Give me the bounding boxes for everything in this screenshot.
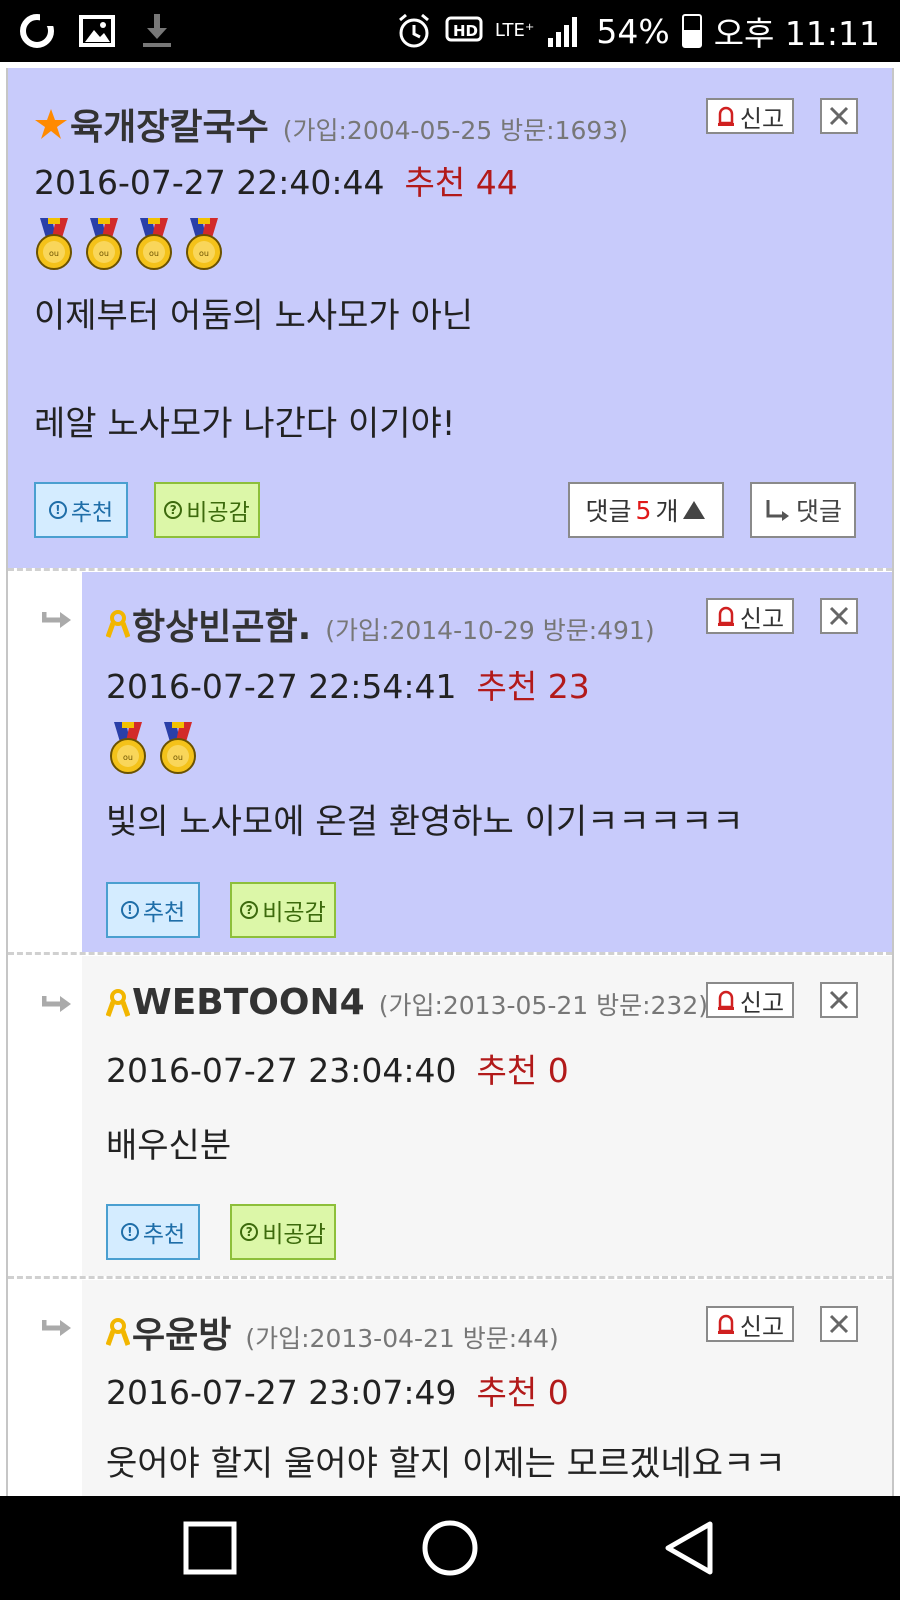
svg-text:ou: ou [173, 753, 183, 762]
exclamation-icon: ! [48, 501, 67, 519]
medal-icon: ou [136, 218, 172, 270]
close-icon [829, 990, 849, 1010]
recent-apps-icon[interactable] [180, 1518, 240, 1578]
battery-icon [681, 14, 702, 48]
comment-meta: (가입:2004-05-25 방문:1693) [282, 116, 628, 145]
close-button[interactable] [820, 1306, 858, 1342]
comment-meta: (가입:2013-05-21 방문:232) [378, 991, 708, 1020]
comment-datetime: 2016-07-27 22:40:44 [34, 163, 385, 202]
medal-list: ou ou ou ou [32, 216, 226, 272]
comment-recommend-count: 추천 44 [404, 163, 518, 202]
comment-datetime: 2016-07-27 22:54:41 [106, 667, 457, 706]
recommend-button[interactable]: ! 추천 [106, 882, 200, 938]
comment-recommend-count: 추천 23 [476, 667, 590, 706]
svg-text:ou: ou [199, 249, 209, 258]
signal-icon [548, 17, 578, 47]
alarm-icon [398, 13, 429, 48]
reply-indicator-icon [42, 996, 71, 1012]
siren-icon [717, 1314, 734, 1334]
comment-nickname[interactable]: 항상빈곤함. [132, 598, 311, 650]
svg-text:ou: ou [49, 249, 59, 258]
exclamation-icon: ! [120, 1223, 139, 1241]
clock: 오후 11:11 [713, 14, 880, 53]
question-icon: ? [240, 1223, 259, 1241]
close-button[interactable] [820, 982, 858, 1018]
comment-text: 이제부터 어둠의 노사모가 아닌 [34, 296, 474, 336]
report-button[interactable]: 신고 [706, 982, 794, 1018]
comment-date-row: 2016-07-27 22:40:44 추천 44 [34, 156, 518, 204]
star-badge-icon [35, 109, 67, 139]
comment-date-row: 2016-07-27 23:07:49 추천 0 [106, 1366, 569, 1414]
svg-text:HD: HD [453, 22, 478, 40]
disagree-button[interactable]: ? 비공감 [154, 482, 260, 538]
recommend-button[interactable]: ! 추천 [106, 1204, 200, 1260]
disagree-button[interactable]: ? 비공감 [230, 1204, 336, 1260]
olleh-app-icon [20, 14, 54, 48]
comment-meta: (가입:2014-10-29 방문:491) [325, 616, 655, 645]
comment-date-row: 2016-07-27 22:54:41 추천 23 [106, 660, 590, 708]
svg-text:ou: ou [123, 753, 133, 762]
report-button[interactable]: 신고 [706, 98, 794, 134]
comment-datetime: 2016-07-27 23:04:40 [106, 1051, 457, 1090]
yellow-ribbon-icon [106, 610, 130, 638]
medal-icon: ou [36, 218, 72, 270]
svg-text:ou: ou [149, 249, 159, 258]
medal-icon: ou [186, 218, 222, 270]
comment-text: 웃어야 할지 울어야 할지 이제는 모르겠네요ㅋㅋ [106, 1444, 786, 1484]
comment-datetime: 2016-07-27 23:07:49 [106, 1373, 457, 1412]
hd-voice-icon: HD [445, 16, 483, 42]
yellow-ribbon-icon [106, 988, 130, 1017]
network-type: LTE⁺ [494, 20, 535, 41]
disagree-button[interactable]: ? 비공감 [230, 882, 336, 938]
close-icon [829, 106, 849, 126]
comment-text: 배우신분 [106, 1126, 232, 1166]
status-bar: HD LTE⁺ 54% 오후 11:11 [0, 0, 900, 62]
comment-recommend-count: 추천 0 [476, 1051, 569, 1090]
comment-nickname[interactable]: WEBTOON4 [132, 982, 365, 1023]
triangle-up-icon [683, 501, 706, 519]
navigation-bar [0, 1496, 900, 1600]
reply-indicator-icon [42, 1320, 71, 1336]
download-icon [143, 14, 171, 47]
close-button[interactable] [820, 598, 858, 634]
write-reply-button[interactable]: 댓글 [750, 482, 856, 538]
comment-recommend-count: 추천 0 [476, 1373, 569, 1412]
comment-nickname[interactable]: 육개장칼국수 [70, 98, 269, 150]
comment-text: 레알 노사모가 나간다 이기야! [34, 404, 456, 444]
reply-comment-item: 항상빈곤함. (가입:2014-10-29 방문:491) 2016-07-27… [8, 572, 892, 952]
back-icon[interactable] [660, 1518, 720, 1578]
close-icon [829, 1314, 849, 1334]
close-button[interactable] [820, 98, 858, 134]
comment-text: 빛의 노사모에 온걸 환영하노 이기ㅋㅋㅋㅋㅋ [106, 802, 744, 842]
battery-percent: 54% [596, 11, 670, 51]
close-icon [829, 606, 849, 626]
comment-item: 육개장칼국수 (가입:2004-05-25 방문:1693) 2016-07-2… [8, 68, 892, 568]
report-button[interactable]: 신고 [706, 598, 794, 634]
medal-list: ou ou [106, 720, 200, 776]
yellow-ribbon-icon [106, 1318, 130, 1346]
question-icon: ? [164, 501, 183, 519]
comment-list: 육개장칼국수 (가입:2004-05-25 방문:1693) 2016-07-2… [0, 62, 900, 1496]
medal-icon: ou [110, 722, 146, 774]
reply-indicator-icon [42, 612, 71, 628]
comment-meta: (가입:2013-04-21 방문:44) [245, 1324, 559, 1353]
report-button[interactable]: 신고 [706, 1306, 794, 1342]
recommend-button[interactable]: ! 추천 [34, 482, 128, 538]
reply-count-toggle[interactable]: 댓글 5개 [568, 482, 724, 538]
medal-icon: ou [160, 722, 196, 774]
medal-icon: ou [86, 218, 122, 270]
reply-comment-item: 우윤방 (가입:2013-04-21 방문:44) 2016-07-27 23:… [8, 1280, 892, 1496]
question-icon: ? [240, 901, 259, 919]
siren-icon [717, 990, 734, 1010]
svg-text:ou: ou [99, 249, 109, 258]
siren-icon [717, 606, 734, 626]
comment-date-row: 2016-07-27 23:04:40 추천 0 [106, 1044, 569, 1092]
gallery-icon [79, 15, 115, 47]
exclamation-icon: ! [120, 901, 139, 919]
comment-nickname[interactable]: 우윤방 [132, 1306, 231, 1358]
home-icon[interactable] [420, 1518, 480, 1578]
reply-comment-item: WEBTOON4 (가입:2013-05-21 방문:232) 2016-07-… [8, 956, 892, 1276]
reply-arrow-icon [766, 500, 789, 521]
siren-icon [717, 106, 734, 126]
